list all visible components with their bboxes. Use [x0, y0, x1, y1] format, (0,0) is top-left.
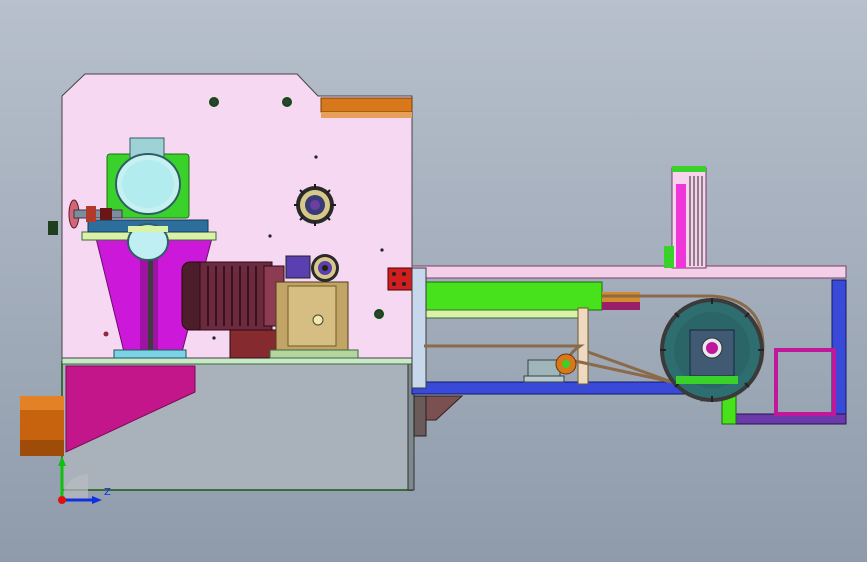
- outlet-pipe-icon: [20, 396, 64, 456]
- cad-viewport[interactable]: Z: [0, 0, 867, 562]
- small-motor-icon: [523, 353, 577, 383]
- axis-z-label: Z: [104, 487, 111, 498]
- sprocket-icon: [311, 254, 339, 282]
- gear-icon: [294, 184, 336, 226]
- hopper-base-icon: [113, 349, 187, 359]
- pulley-icon: [127, 223, 169, 261]
- gearbox-icon: [269, 281, 359, 359]
- top-bracket-icon: [320, 97, 413, 118]
- cad-model[interactable]: [0, 0, 867, 562]
